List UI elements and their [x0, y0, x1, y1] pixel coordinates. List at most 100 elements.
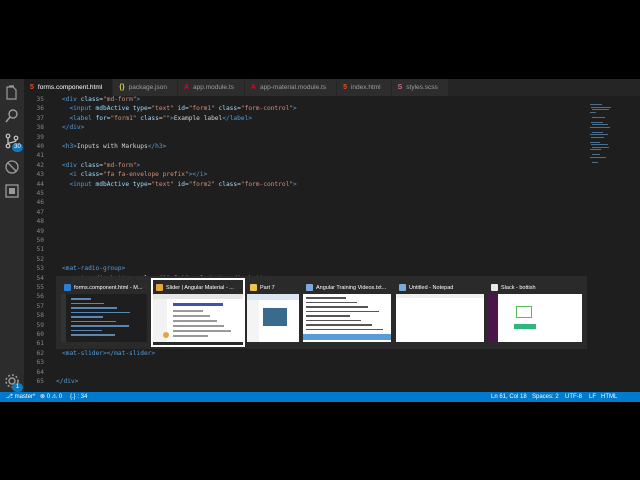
window-title-text: Angular Training Videos.txt...	[316, 284, 387, 291]
tab-app-material-module-ts[interactable]: Aapp-material.module.ts	[244, 79, 338, 96]
code-token: mdbActive type	[95, 105, 148, 113]
code-token: <input	[69, 180, 96, 188]
line-text: <div class="md-form">	[48, 96, 140, 104]
thumbnail-shape	[306, 306, 368, 308]
code-line: 45	[24, 189, 62, 198]
code-token: class	[80, 171, 100, 179]
thumbnail-shape	[263, 308, 287, 326]
thumbnail-shape	[514, 324, 536, 329]
problems-indicator[interactable]: ⊗ 0 ⚠ 0	[40, 392, 62, 402]
line-number: 62	[36, 349, 44, 357]
code-line: 41	[24, 151, 62, 160]
line-number: 44	[36, 180, 44, 188]
line-number: 60	[36, 331, 44, 338]
source-control-icon[interactable]: 30	[4, 133, 23, 152]
minimap-line	[592, 146, 609, 148]
minimap-line	[592, 109, 609, 110]
tab-index-html[interactable]: 5 index.html	[337, 79, 392, 96]
code-line: 53 <mat-radio-group>	[24, 264, 126, 273]
minimap-line	[591, 136, 605, 138]
thumbnail-shape	[488, 294, 498, 342]
window-title: Part 7	[250, 283, 275, 292]
window-title-text: Part 7	[260, 284, 275, 291]
angular-file-icon: A	[183, 84, 190, 91]
line-number: 51	[36, 246, 44, 254]
line-number: 64	[36, 368, 44, 376]
switcher-window[interactable]: Untitled - Notepad	[396, 280, 484, 345]
line-ending[interactable]: LF	[589, 392, 596, 402]
minimap-line	[592, 116, 606, 118]
code-token: >	[293, 105, 297, 113]
line-text: <mat-slider></mat-slider>	[48, 349, 155, 358]
settings-gear-icon[interactable]: 1	[4, 373, 23, 392]
code-line: 43 <i class="fa fa-envelope prefix"></i>	[24, 170, 208, 179]
tab-styles-scss[interactable]: Sstyles.scss	[391, 79, 449, 96]
minimap[interactable]	[584, 96, 640, 392]
extensions-icon[interactable]	[4, 183, 20, 199]
code-token: <mat-slider></mat-slider>	[62, 349, 156, 357]
code-token: id	[173, 105, 185, 113]
switcher-window[interactable]: Slack - bottish	[488, 280, 582, 345]
minimap-line	[590, 111, 596, 113]
code-token: ""	[162, 114, 171, 122]
line-number: 40	[36, 143, 44, 150]
code-token: "form-control"	[240, 105, 294, 113]
line-number: 41	[36, 152, 44, 160]
switcher-window[interactable]: Angular Training Videos.txt...	[303, 280, 391, 345]
code-token: Example label	[173, 114, 223, 122]
line-number: 50	[36, 237, 44, 244]
switcher-window[interactable]: Slider | Angular Material - ...	[151, 278, 245, 347]
code-token: mdbActive type	[95, 180, 148, 188]
line-number: 59	[36, 321, 44, 329]
code-line: 35 <div class="md-form">	[24, 96, 141, 104]
line-text: <input mdbActive type="text" id="form2" …	[48, 180, 297, 189]
status-extra[interactable]: {.} : 34	[70, 392, 87, 402]
indentation[interactable]: Spaces: 2	[532, 392, 559, 402]
code-token: >	[293, 180, 297, 188]
code-line: 38 </div>	[24, 123, 85, 132]
thumbnail-shape	[173, 303, 223, 306]
minimap-line	[592, 124, 608, 125]
activity-bar: 30 1	[0, 79, 24, 392]
code-token: "form1"	[110, 114, 137, 122]
code-token: for	[95, 114, 107, 122]
line-number: 56	[36, 293, 44, 301]
tab-package-json[interactable]: {} package.json	[113, 79, 178, 96]
switcher-window[interactable]: forms.component.html - M...	[61, 280, 147, 345]
language-mode[interactable]: HTML	[601, 392, 617, 402]
thumbnail-shape	[306, 297, 346, 299]
thumbnail-shape	[173, 325, 224, 327]
line-number: 38	[36, 124, 44, 132]
thumbnail-shape	[306, 324, 372, 326]
window-thumbnail	[488, 294, 582, 342]
line-number: 54	[36, 274, 44, 282]
tab-app-module-ts[interactable]: Aapp.module.ts	[177, 79, 245, 96]
line-text: <div class="md-form">	[48, 161, 140, 170]
tab-forms-component-html[interactable]: 5 forms.component.html	[24, 79, 114, 96]
tab-label: package.json	[128, 84, 167, 91]
json-file-icon: {}	[119, 84, 125, 91]
code-token: class	[80, 161, 100, 169]
window-title: Angular Training Videos.txt...	[306, 283, 386, 292]
encoding[interactable]: UTF-8	[565, 392, 582, 402]
thumbnail-shape	[71, 329, 102, 331]
cursor-position[interactable]: Ln 61, Col 18	[491, 392, 527, 402]
status-bar: ⎇ master* ⊗ 0 ⚠ 0 {.} : 34 Ln 61, Col 18…	[0, 392, 640, 402]
search-icon[interactable]	[4, 108, 20, 124]
code-token: <mat-radio-group>	[62, 265, 126, 273]
line-number: 63	[36, 359, 44, 367]
window-title: Slack - bottish	[491, 283, 536, 292]
minimap-line	[590, 104, 602, 105]
branch-indicator[interactable]: ⎇ master*	[6, 392, 35, 402]
thumbnail-shape	[247, 300, 259, 342]
window-title-text: forms.component.html - M...	[74, 284, 143, 291]
app-icon	[156, 284, 163, 291]
line-number: 42	[36, 161, 44, 169]
line-number: 61	[36, 340, 44, 348]
debug-icon[interactable]	[4, 159, 20, 175]
switcher-window[interactable]: Part 7	[247, 280, 299, 345]
explorer-icon[interactable]	[4, 85, 20, 101]
line-text: </div>	[48, 123, 84, 132]
code-line: 50	[24, 236, 62, 245]
code-token: <input	[69, 105, 96, 113]
